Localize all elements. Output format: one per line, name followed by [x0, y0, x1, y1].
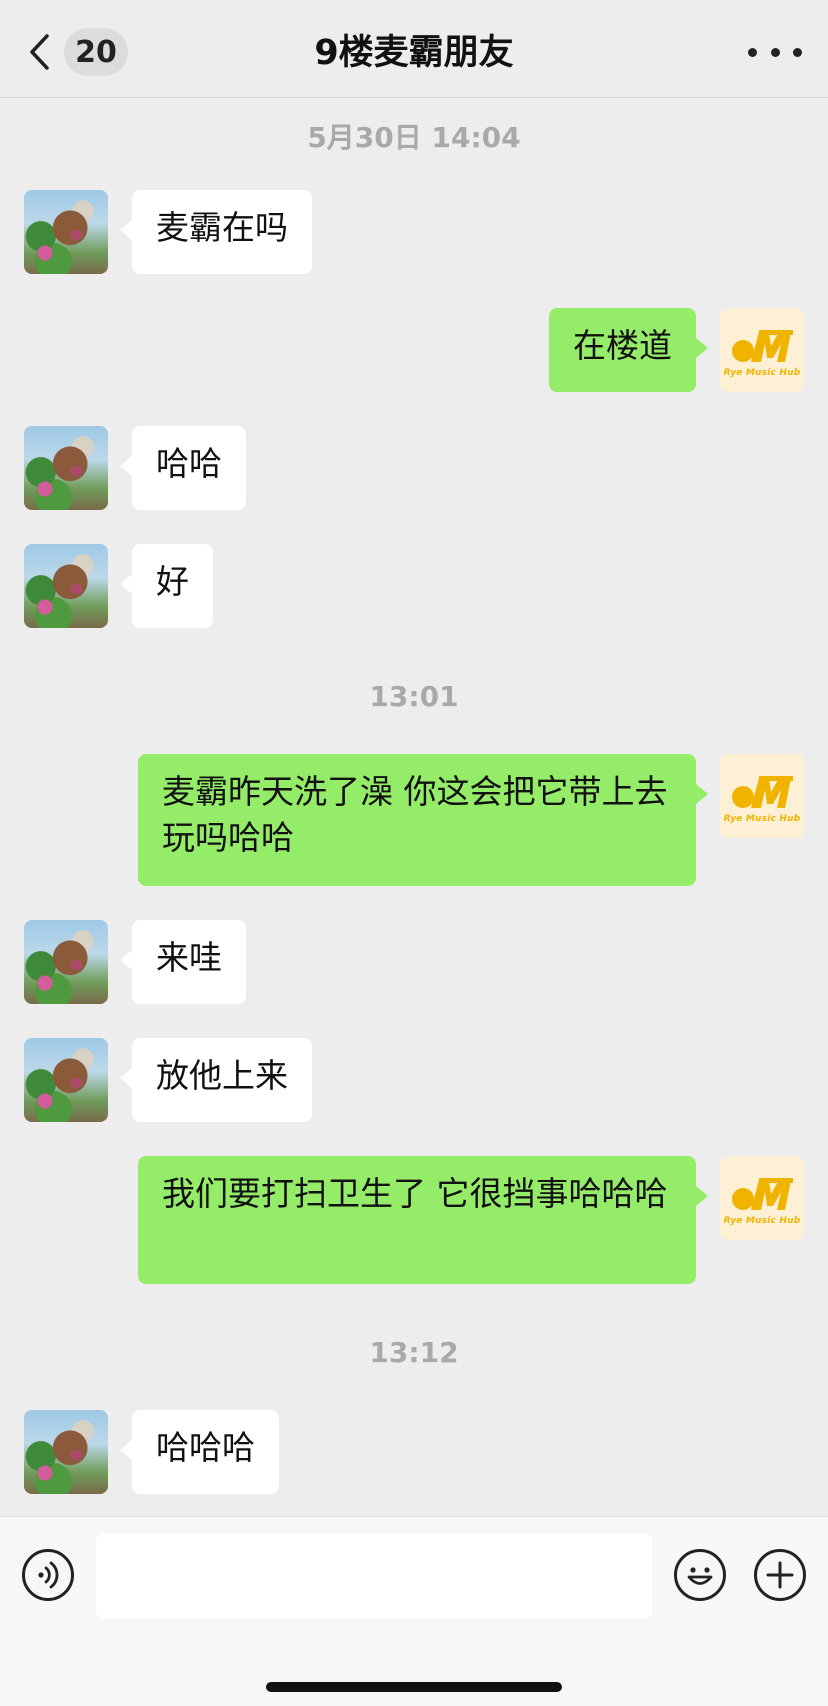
contact-avatar[interactable]: [24, 920, 108, 1004]
outgoing-message-bubble[interactable]: 在楼道: [549, 308, 708, 392]
incoming-message-bubble[interactable]: 来哇: [120, 920, 246, 1004]
unread-count-badge: 20: [64, 28, 128, 76]
plus-button[interactable]: [754, 1549, 806, 1601]
input-bar: [0, 1516, 828, 1706]
chat-screen: 20 9楼麦霸朋友 5月30日 14:04 麦霸在吗 在楼道 Rye Music…: [0, 0, 828, 1706]
contact-avatar[interactable]: [24, 1038, 108, 1122]
self-avatar[interactable]: Rye Music Hub: [720, 308, 804, 392]
self-avatar-logo-text: Rye Music Hub: [723, 1216, 801, 1226]
more-icon: [748, 47, 757, 57]
self-avatar-logo-text: Rye Music Hub: [723, 814, 801, 824]
self-avatar[interactable]: Rye Music Hub: [720, 754, 804, 838]
timestamp: 13:12: [369, 1336, 459, 1369]
emoji-icon: [687, 1567, 713, 1585]
self-avatar-logo-text: Rye Music Hub: [723, 368, 801, 378]
logo-icon: [732, 330, 793, 362]
chat-header: 20 9楼麦霸朋友: [0, 0, 828, 98]
self-avatar[interactable]: Rye Music Hub: [720, 1156, 804, 1240]
contact-avatar[interactable]: [24, 426, 108, 510]
outgoing-message-bubble[interactable]: 我们要打扫卫生了 它很挡事哈哈哈: [138, 1156, 708, 1284]
chevron-left-icon: [28, 28, 58, 76]
message-input[interactable]: [96, 1533, 652, 1619]
plus-icon: [766, 1561, 794, 1589]
incoming-message-bubble[interactable]: 放他上来: [120, 1038, 312, 1122]
contact-avatar[interactable]: [24, 190, 108, 274]
logo-icon: [732, 776, 793, 808]
logo-icon: [732, 1178, 793, 1210]
outgoing-message-bubble[interactable]: 麦霸昨天洗了澡 你这会把它带上去玩吗哈哈: [138, 754, 708, 886]
incoming-message-bubble[interactable]: 哈哈: [120, 426, 246, 510]
timestamp: 5月30日 14:04: [307, 121, 521, 154]
more-button[interactable]: [748, 36, 802, 68]
more-icon-dot: [793, 47, 802, 57]
incoming-message-bubble[interactable]: 好: [120, 544, 213, 628]
contact-avatar[interactable]: [24, 544, 108, 628]
contact-avatar[interactable]: [24, 1410, 108, 1494]
incoming-message-bubble[interactable]: 麦霸在吗: [120, 190, 312, 274]
timestamp: 13:01: [369, 680, 459, 713]
back-button[interactable]: 20: [28, 28, 128, 76]
emoji-button[interactable]: [674, 1549, 726, 1601]
voice-button[interactable]: [22, 1549, 74, 1601]
home-indicator: [266, 1682, 562, 1692]
voice-icon: [38, 1561, 59, 1589]
more-icon-dot: [770, 47, 780, 57]
incoming-message-bubble[interactable]: 哈哈哈: [120, 1410, 279, 1494]
